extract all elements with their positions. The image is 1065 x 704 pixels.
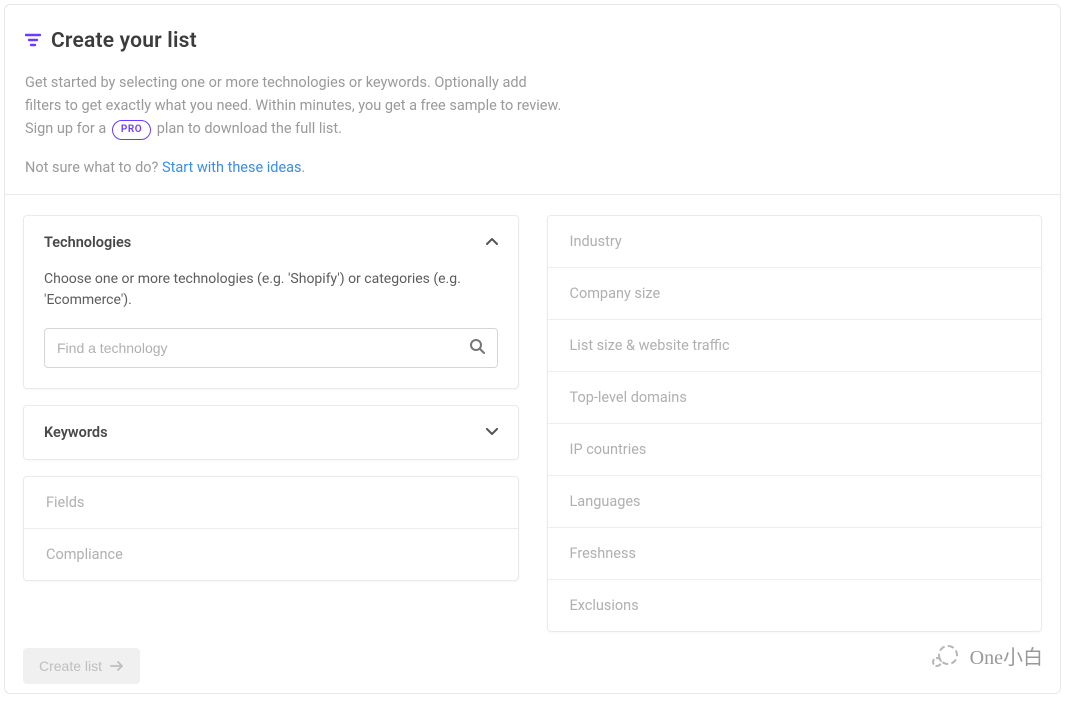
filter-label: Industry: [570, 233, 622, 250]
filter-label: Freshness: [570, 545, 636, 562]
technology-search-box[interactable]: [44, 328, 498, 368]
create-list-button[interactable]: Create list: [23, 648, 140, 684]
arrow-right-icon: [110, 658, 124, 674]
title-row: Create your list: [25, 29, 1040, 53]
watermark-text: One小白: [970, 641, 1043, 670]
filter-row-ip-countries[interactable]: IP countries: [548, 424, 1042, 476]
page-subtitle: Get started by selecting one or more tec…: [25, 71, 565, 141]
keywords-title: Keywords: [44, 424, 108, 441]
filter-row-industry[interactable]: Industry: [548, 216, 1042, 268]
filter-row-tlds[interactable]: Top-level domains: [548, 372, 1042, 424]
chevron-down-icon: [486, 424, 498, 440]
filter-label: Top-level domains: [570, 389, 687, 406]
filter-label: List size & website traffic: [570, 337, 730, 354]
watermark-icon: [932, 643, 962, 669]
page-title: Create your list: [51, 29, 197, 53]
search-icon: [469, 338, 485, 358]
hint-suffix: .: [302, 159, 306, 176]
filter-row-languages[interactable]: Languages: [548, 476, 1042, 528]
fields-label: Fields: [46, 494, 84, 511]
filter-label: Company size: [570, 285, 661, 302]
chevron-up-icon: [486, 234, 498, 250]
technology-search-input[interactable]: [57, 340, 469, 356]
right-column: Industry Company size List size & websit…: [547, 215, 1043, 632]
compliance-label: Compliance: [46, 546, 123, 563]
left-muted-stack: Fields Compliance: [23, 476, 519, 581]
filter-row-exclusions[interactable]: Exclusions: [548, 580, 1042, 631]
pro-badge: PRO: [112, 120, 151, 140]
technologies-card: Technologies Choose one or more technolo…: [23, 215, 519, 389]
hint-prefix: Not sure what to do?: [25, 159, 162, 176]
footer: Create list: [5, 632, 1060, 704]
create-list-label: Create list: [39, 658, 102, 674]
filter-row-freshness[interactable]: Freshness: [548, 528, 1042, 580]
page-container: Create your list Get started by selectin…: [4, 4, 1061, 694]
technologies-title: Technologies: [44, 234, 131, 251]
hint-line: Not sure what to do? Start with these id…: [25, 159, 1040, 176]
left-column: Technologies Choose one or more technolo…: [23, 215, 519, 632]
compliance-row[interactable]: Compliance: [24, 529, 518, 580]
page-header: Create your list Get started by selectin…: [5, 5, 1060, 195]
columns: Technologies Choose one or more technolo…: [5, 195, 1060, 632]
filter-label: Languages: [570, 493, 641, 510]
filter-icon: [25, 32, 41, 51]
filter-label: IP countries: [570, 441, 647, 458]
filter-row-list-size-traffic[interactable]: List size & website traffic: [548, 320, 1042, 372]
filter-row-company-size[interactable]: Company size: [548, 268, 1042, 320]
technologies-header[interactable]: Technologies: [24, 216, 518, 269]
keywords-header[interactable]: Keywords: [24, 406, 518, 459]
keywords-card: Keywords: [23, 405, 519, 460]
technologies-body: Choose one or more technologies (e.g. 'S…: [24, 269, 518, 388]
filter-label: Exclusions: [570, 597, 639, 614]
technologies-desc: Choose one or more technologies (e.g. 'S…: [44, 269, 498, 312]
hint-link[interactable]: Start with these ideas: [162, 159, 302, 176]
right-filter-stack: Industry Company size List size & websit…: [547, 215, 1043, 632]
fields-row[interactable]: Fields: [24, 477, 518, 529]
subtitle-text-after: plan to download the full list.: [157, 120, 342, 137]
watermark: One小白: [932, 641, 1043, 670]
